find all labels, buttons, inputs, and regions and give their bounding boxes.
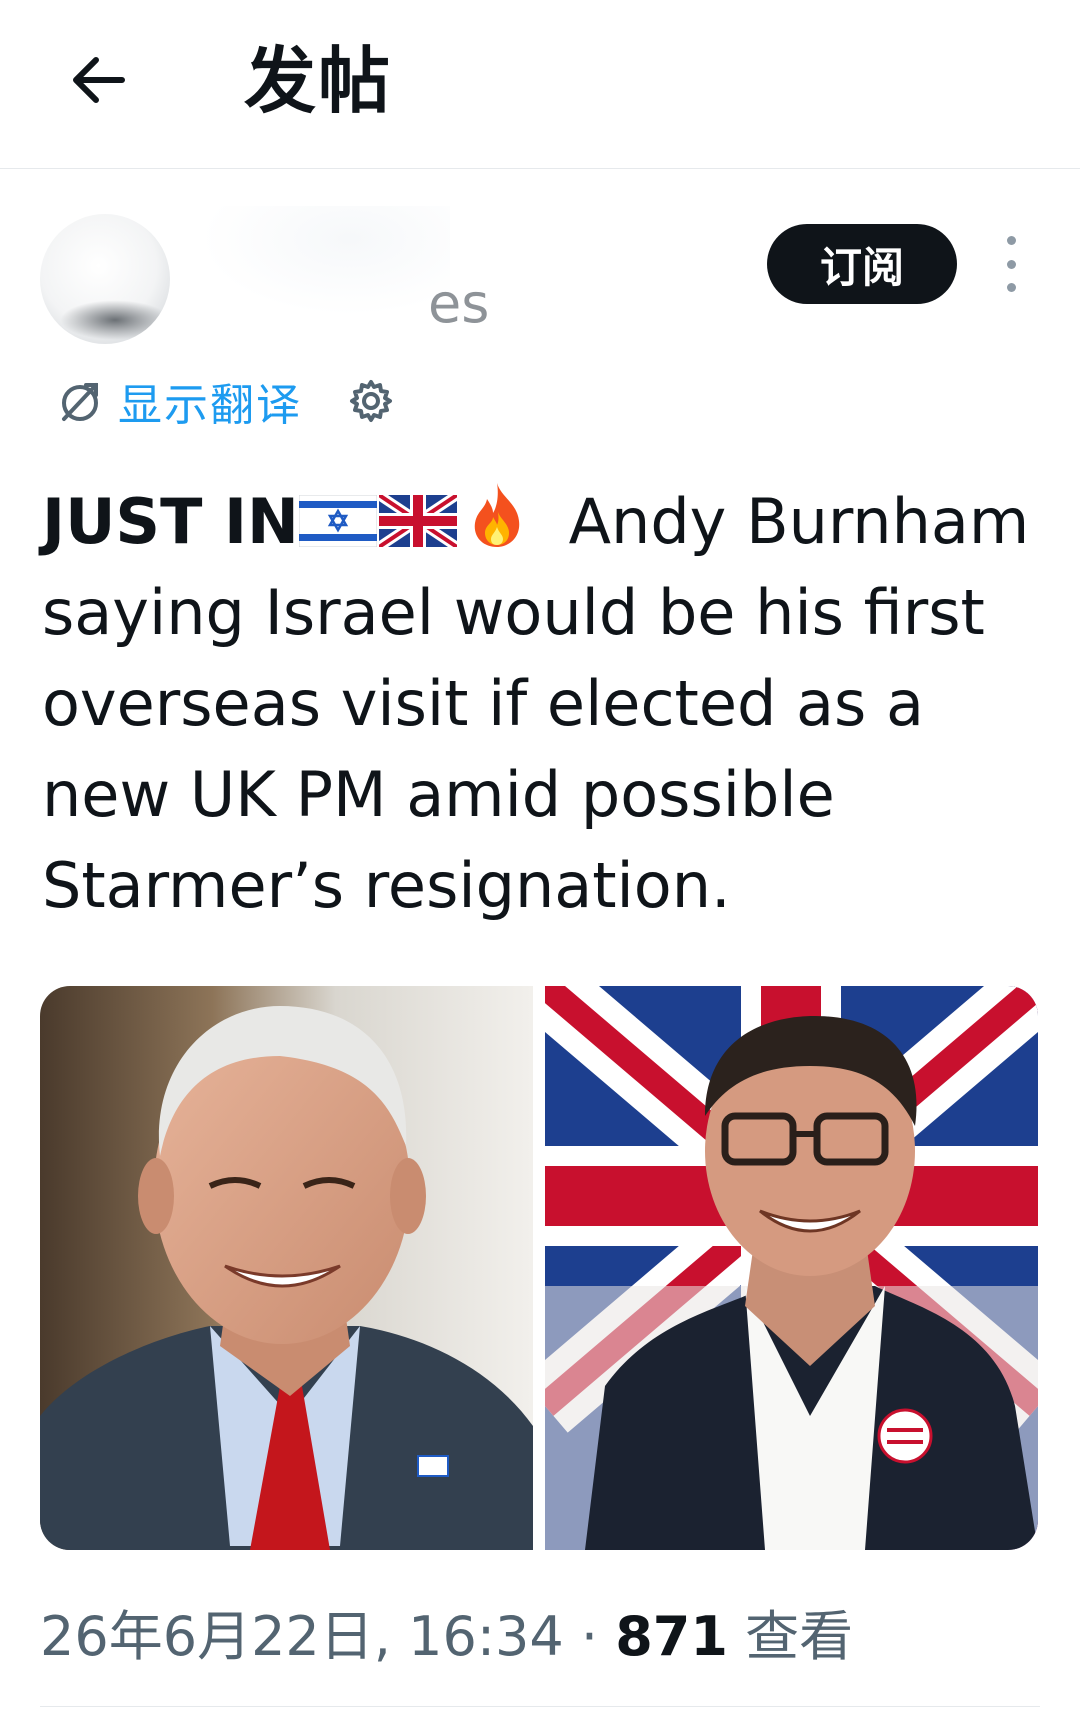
top-bar: 发帖	[0, 0, 1080, 169]
avatar-shadow	[60, 300, 170, 340]
divider	[40, 1706, 1040, 1707]
more-options-button[interactable]	[994, 236, 1028, 292]
more-dot	[1006, 259, 1016, 269]
author-name-blurred[interactable]	[200, 206, 450, 316]
views-count: 871	[615, 1605, 728, 1668]
more-dot	[1006, 236, 1016, 245]
translate-row: 显示翻译	[56, 370, 394, 432]
meta-separator: ·	[563, 1605, 616, 1668]
tweet-meta: 26年6月22日, 16:34 · 871 查看	[40, 1602, 853, 1672]
timestamp[interactable]: 26年6月22日, 16:34	[40, 1605, 564, 1668]
israel-flag-icon	[298, 495, 377, 547]
media-grid	[40, 986, 1038, 1550]
fire-icon	[474, 483, 520, 547]
tweet-text: JUST IN Andy Burnham saying Israel would…	[42, 476, 1052, 931]
show-translation-link[interactable]: 显示翻译	[56, 369, 302, 433]
show-translation-label: 显示翻译	[118, 380, 302, 431]
translate-icon	[62, 383, 98, 421]
photo-right-image	[545, 986, 1038, 1550]
tweet-lead: JUST IN	[42, 485, 299, 558]
author-name[interactable]: es	[428, 274, 489, 334]
arrow-left-icon	[73, 57, 125, 103]
photo-left-image	[40, 1006, 533, 1550]
back-button[interactable]	[62, 44, 134, 116]
uk-flag-icon	[378, 495, 457, 547]
views-label: 查看	[727, 1605, 854, 1668]
subscribe-button[interactable]: 订阅	[767, 224, 957, 304]
more-dot	[1006, 283, 1016, 292]
photo-left[interactable]	[40, 986, 533, 1550]
gear-icon	[350, 380, 392, 422]
avatar[interactable]	[40, 214, 170, 344]
translation-settings-button[interactable]	[348, 378, 394, 424]
photo-right[interactable]	[545, 986, 1038, 1550]
page-title: 发帖	[244, 39, 393, 123]
